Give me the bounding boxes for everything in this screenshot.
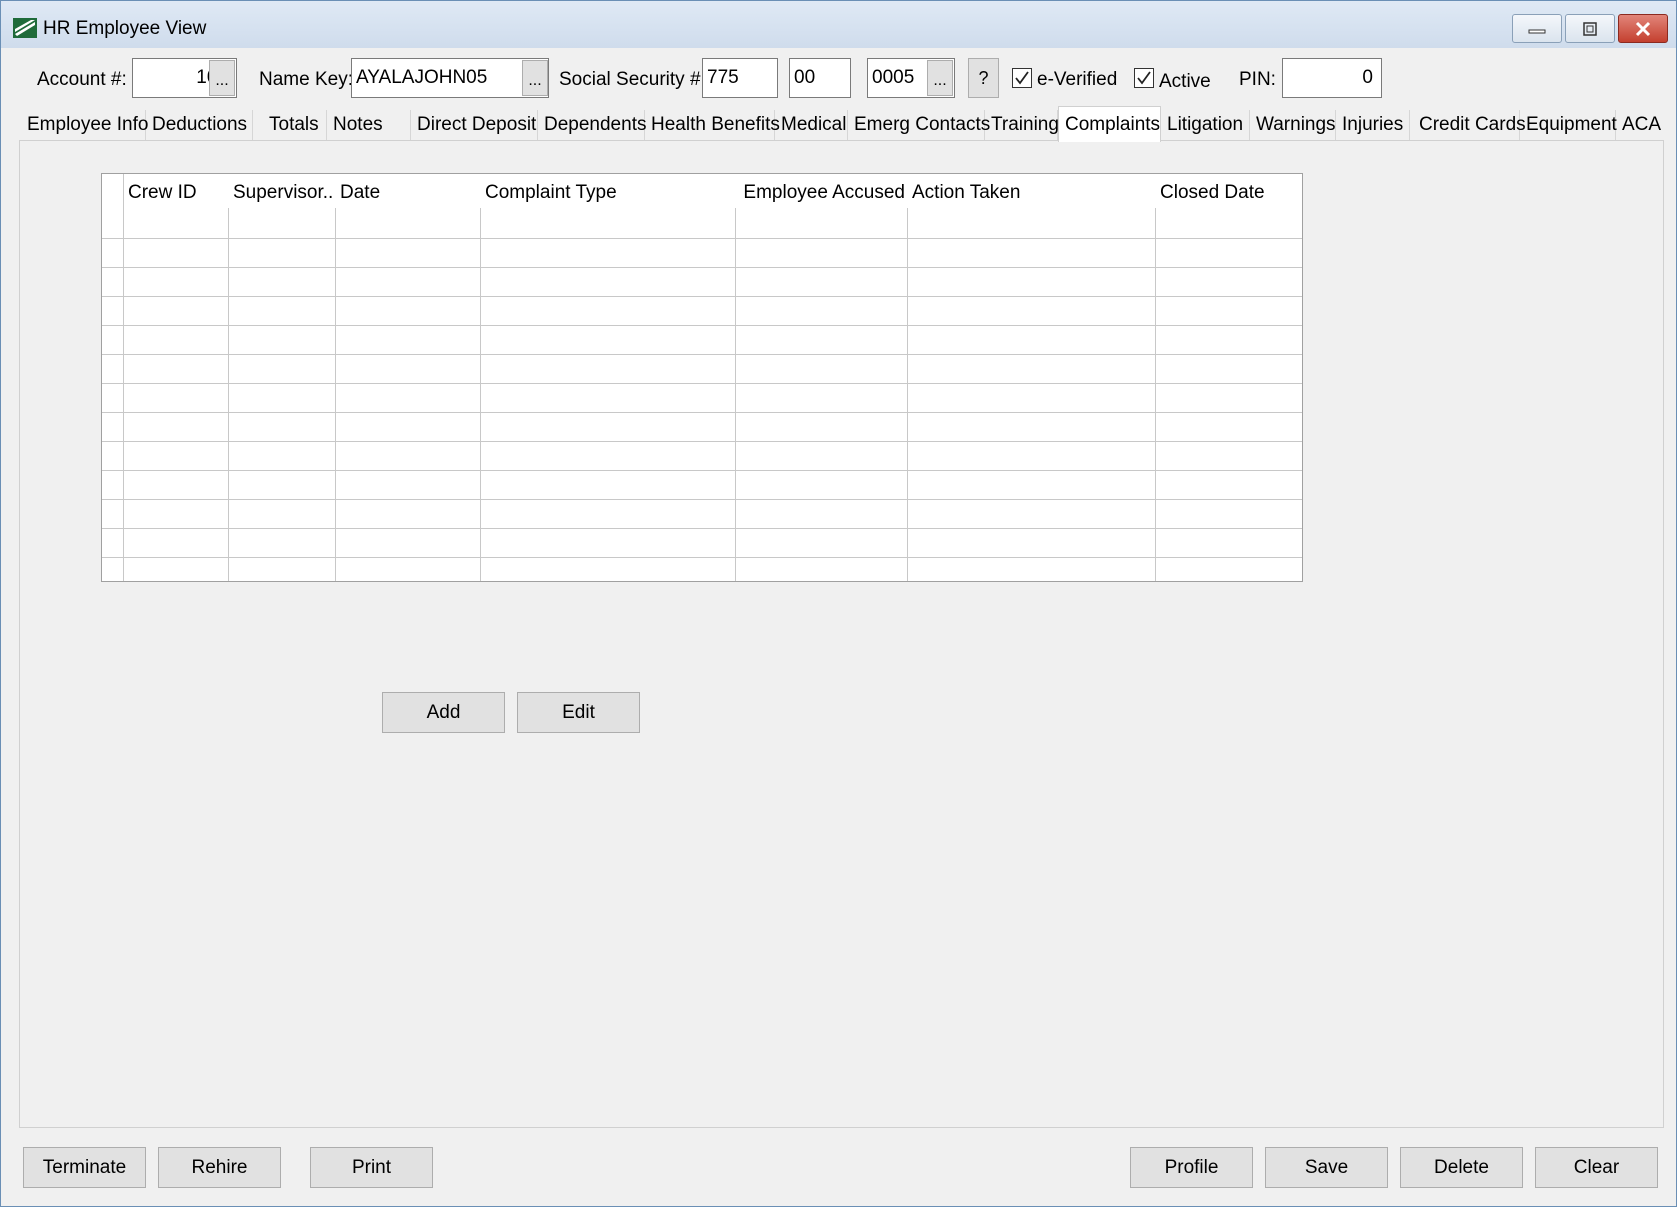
grid-row-line <box>102 354 1302 355</box>
tab-deductions[interactable]: Deductions <box>146 110 253 140</box>
active-label: Active <box>1159 71 1211 92</box>
everified-checkbox[interactable] <box>1012 68 1032 88</box>
tab-strip: Employee Info Deductions Totals Notes Di… <box>21 106 1661 142</box>
grid-row-line <box>102 441 1302 442</box>
grid-column-line <box>123 174 124 581</box>
grid-row-line <box>102 267 1302 268</box>
grid-column-line <box>907 208 908 581</box>
profile-button[interactable]: Profile <box>1130 1147 1253 1188</box>
column-header-date[interactable]: Date <box>335 174 480 238</box>
column-header-employee-accused[interactable]: Employee Accused <box>735 174 907 238</box>
tab-emerg-contacts[interactable]: Emerg Contacts <box>848 110 990 140</box>
print-button[interactable]: Print <box>310 1147 433 1188</box>
tab-credit-cards[interactable]: Credit Cards <box>1410 110 1526 140</box>
grid-row-line <box>102 238 1302 239</box>
grid-column-line <box>335 208 336 581</box>
grid-column-line <box>480 208 481 581</box>
column-header-action-taken[interactable]: Action Taken <box>907 174 1155 238</box>
everified-label: e-Verified <box>1037 69 1118 90</box>
tab-injuries[interactable]: Injuries <box>1336 110 1410 140</box>
grid-column-line <box>1155 208 1156 581</box>
column-header-closed-date[interactable]: Closed Date <box>1155 174 1302 238</box>
account-label: Account #: <box>37 69 127 90</box>
maximize-button[interactable] <box>1565 14 1615 43</box>
account-lookup-button[interactable]: ... <box>209 60 235 96</box>
tab-direct-deposit[interactable]: Direct Deposit <box>411 110 538 140</box>
grid-row-line <box>102 470 1302 471</box>
column-header-supervisor[interactable]: Supervisor... <box>228 174 335 238</box>
ssn-label: Social Security #: <box>559 69 706 90</box>
clear-button[interactable]: Clear <box>1535 1147 1658 1188</box>
rehire-button[interactable]: Rehire <box>158 1147 281 1188</box>
edit-button[interactable]: Edit <box>517 692 640 733</box>
grid-column-line <box>1302 208 1303 582</box>
window-title: HR Employee View <box>43 18 207 39</box>
tab-dependents[interactable]: Dependents <box>538 110 646 140</box>
grid-row-line <box>102 383 1302 384</box>
tab-totals[interactable]: Totals <box>253 110 327 140</box>
minimize-icon <box>1528 29 1546 33</box>
title-bar[interactable]: HR Employee View <box>1 1 1676 48</box>
pin-label: PIN: <box>1239 69 1276 90</box>
pin-input[interactable]: 0 <box>1282 58 1382 98</box>
tab-notes[interactable]: Notes <box>327 110 411 140</box>
complaints-grid[interactable]: Crew ID Supervisor... Date Complaint Typ… <box>101 173 1303 582</box>
terminate-button[interactable]: Terminate <box>23 1147 146 1188</box>
tab-health-benefits[interactable]: Health Benefits <box>645 110 780 140</box>
app-logo-icon <box>13 18 37 38</box>
grid-row-line <box>102 499 1302 500</box>
grid-row-line <box>102 557 1302 558</box>
tab-warnings[interactable]: Warnings <box>1250 110 1336 140</box>
close-icon <box>1635 21 1651 36</box>
grid-column-line <box>735 208 736 581</box>
grid-column-line <box>228 208 229 581</box>
name-key-input[interactable]: AYALAJOHN05 <box>351 58 549 98</box>
help-button[interactable]: ? <box>968 58 999 98</box>
tab-medical[interactable]: Medical <box>775 110 848 140</box>
close-button[interactable] <box>1618 14 1668 43</box>
grid-row-line <box>102 412 1302 413</box>
tab-training[interactable]: Training <box>985 110 1059 140</box>
hr-employee-window: HR Employee View Account #: 101 ... Name… <box>0 0 1677 1207</box>
tab-employee-info[interactable]: Employee Info <box>21 110 148 140</box>
tab-complaints[interactable]: Complaints <box>1058 106 1161 142</box>
name-key-label: Name Key: <box>259 69 353 90</box>
tab-equipment[interactable]: Equipment <box>1520 110 1617 140</box>
delete-button[interactable]: Delete <box>1400 1147 1523 1188</box>
column-header-complaint-type[interactable]: Complaint Type <box>480 174 735 238</box>
ssn-part1-input[interactable]: 775 <box>702 58 778 98</box>
restore-icon <box>1583 21 1597 36</box>
grid-row-line <box>102 528 1302 529</box>
checkmark-icon <box>1015 71 1029 85</box>
active-checkbox[interactable] <box>1134 68 1154 88</box>
ssn-part2-input[interactable]: 00 <box>789 58 851 98</box>
minimize-button[interactable] <box>1512 14 1562 43</box>
name-key-lookup-button[interactable]: ... <box>522 60 548 96</box>
grid-row-line <box>102 296 1302 297</box>
add-button[interactable]: Add <box>382 692 505 733</box>
checkmark-icon <box>1137 71 1151 85</box>
ssn-lookup-button[interactable]: ... <box>927 60 953 96</box>
tab-litigation[interactable]: Litigation <box>1161 110 1250 140</box>
save-button[interactable]: Save <box>1265 1147 1388 1188</box>
grid-row-line <box>102 325 1302 326</box>
tab-aca[interactable]: ACA <box>1616 110 1661 140</box>
column-header-crew-id[interactable]: Crew ID <box>123 174 228 238</box>
